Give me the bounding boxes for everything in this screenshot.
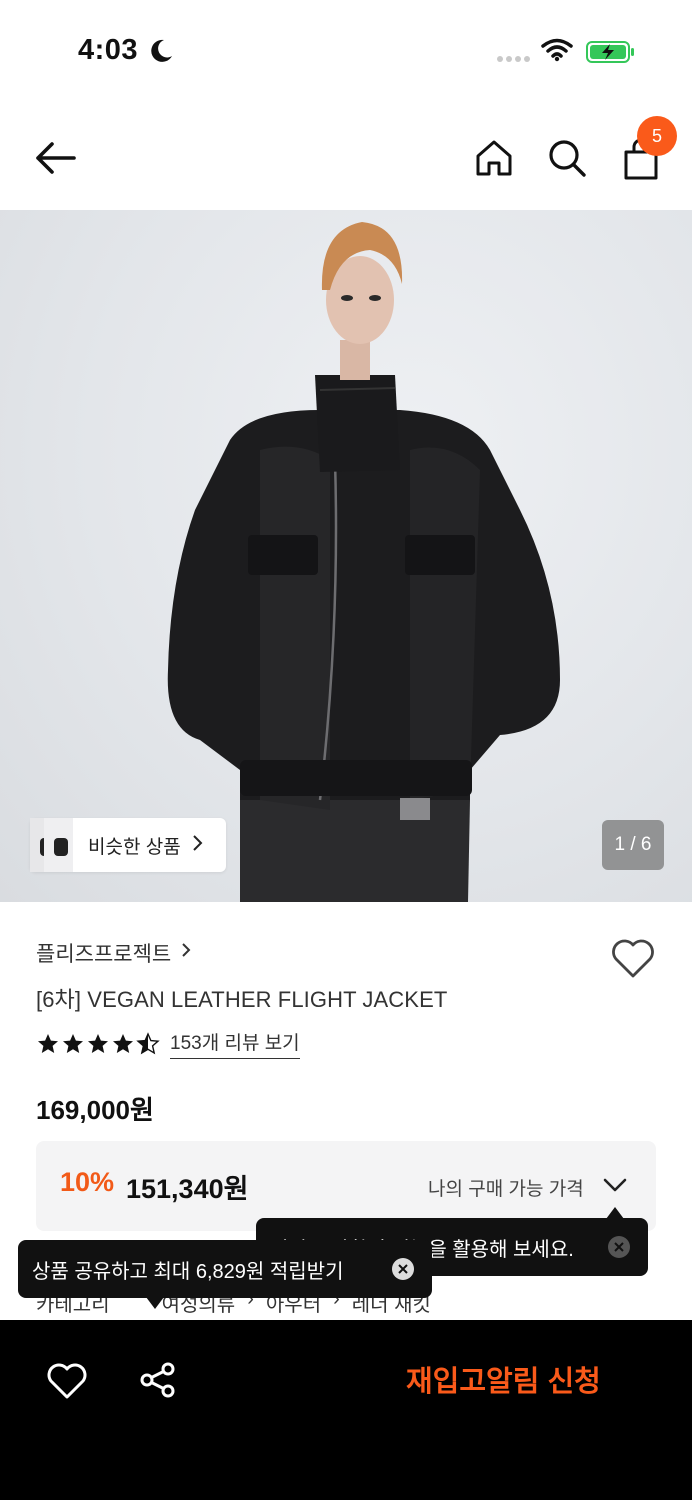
heart-icon[interactable] [46, 1362, 88, 1400]
cart-count-badge: 5 [637, 116, 677, 156]
share-icon[interactable] [138, 1360, 178, 1400]
review-link[interactable]: 153개 리뷰 보기 [170, 1028, 300, 1059]
rating-row: 153개 리뷰 보기 [36, 1028, 300, 1059]
similar-products-button[interactable]: 비슷한 상품 [30, 818, 226, 872]
wishlist-heart-icon[interactable] [610, 936, 656, 980]
similar-products-thumbnails [30, 818, 80, 872]
brand-link[interactable]: 플리즈프로젝트 [36, 938, 191, 968]
tooltip-arrow [146, 1297, 164, 1309]
chevron-down-icon[interactable] [602, 1175, 628, 1195]
share-reward-tooltip-text: 상품 공유하고 최대 6,829원 적립받기 [32, 1260, 344, 1283]
moon-icon [148, 38, 174, 69]
top-nav-bar [0, 110, 692, 206]
star-icon [88, 1033, 108, 1053]
close-icon[interactable] [392, 1258, 414, 1280]
rating-stars [36, 1031, 160, 1056]
product-image[interactable]: 비슷한 상품 1 / 6 [0, 210, 692, 902]
original-price: 169,000원 [36, 1095, 154, 1125]
wifi-icon [541, 38, 573, 67]
image-page-counter: 1 / 6 [602, 820, 664, 870]
similar-products-label: 비슷한 상품 [88, 836, 181, 858]
star-icon [113, 1033, 133, 1053]
home-icon[interactable] [472, 136, 516, 180]
product-photo-illustration [167, 222, 560, 902]
product-title: [6차] VEGAN LEATHER FLIGHT JACKET [36, 987, 448, 1012]
status-time: 4:03 [78, 34, 139, 66]
battery-charging-icon [586, 40, 636, 69]
close-icon[interactable] [608, 1236, 630, 1258]
bottom-action-bar: 재입고알림 신청 [0, 1320, 692, 1500]
chevron-right-icon [181, 942, 191, 964]
chevron-right-icon [191, 834, 203, 857]
star-icon [38, 1033, 58, 1053]
signal-icon [497, 56, 530, 62]
discount-rate: 10% [60, 1167, 115, 1197]
brand-name: 플리즈프로젝트 [36, 943, 172, 966]
half-star-icon [136, 1031, 160, 1054]
share-reward-tooltip: 상품 공유하고 최대 6,829원 적립받기 [18, 1240, 432, 1298]
search-icon[interactable] [545, 136, 589, 180]
sale-price: 151,340원 [126, 1174, 249, 1204]
my-price-label[interactable]: 나의 구매 가능 가격 [428, 1174, 584, 1201]
back-arrow-icon[interactable] [30, 138, 82, 178]
star-icon [63, 1033, 83, 1053]
restock-alert-button[interactable]: 재입고알림 신청 [406, 1358, 601, 1400]
status-bar: 4:03 [0, 0, 692, 100]
